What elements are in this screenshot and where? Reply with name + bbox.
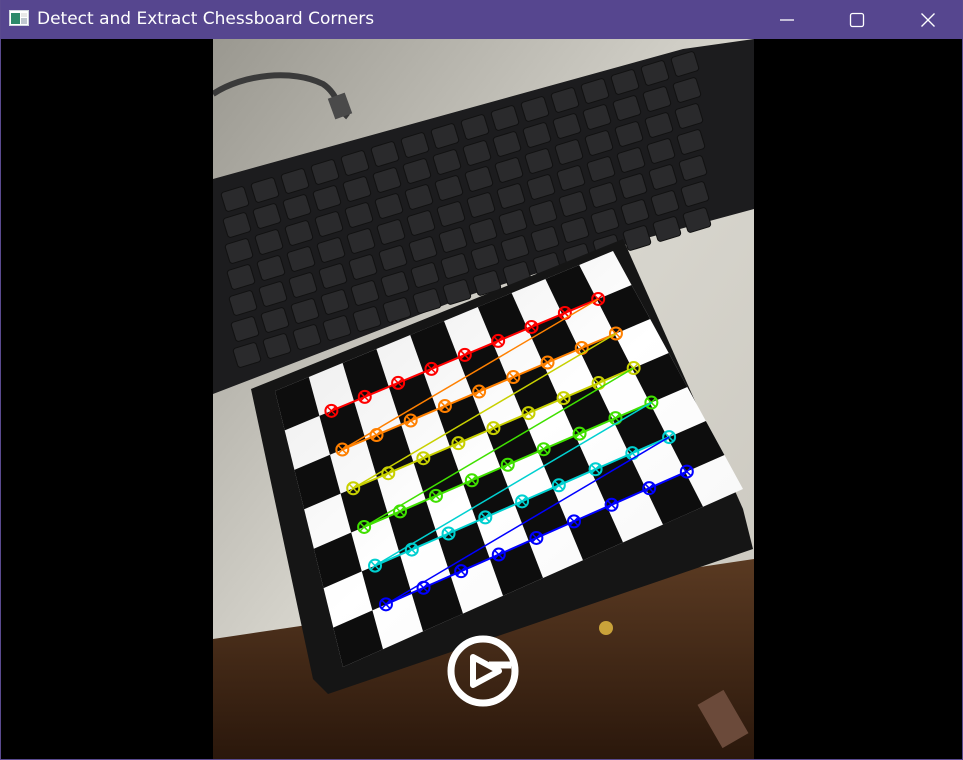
close-button[interactable]: [892, 0, 962, 39]
image-viewport: [2, 39, 962, 759]
app-window-icon: [9, 10, 29, 26]
camera-frame: [213, 39, 754, 759]
minimize-button[interactable]: [752, 0, 822, 39]
camera-frame-image: [213, 39, 754, 759]
close-icon: [921, 12, 935, 27]
window-title: Detect and Extract Chessboard Corners: [37, 9, 375, 29]
app-window: Detect and Extract Chessboard Corners: [0, 0, 963, 760]
maximize-icon: [849, 12, 865, 27]
minimize-icon: [780, 18, 794, 21]
title-bar[interactable]: Detect and Extract Chessboard Corners: [1, 0, 962, 39]
maximize-button[interactable]: [822, 0, 892, 39]
floor-object-yellow: [599, 621, 613, 635]
